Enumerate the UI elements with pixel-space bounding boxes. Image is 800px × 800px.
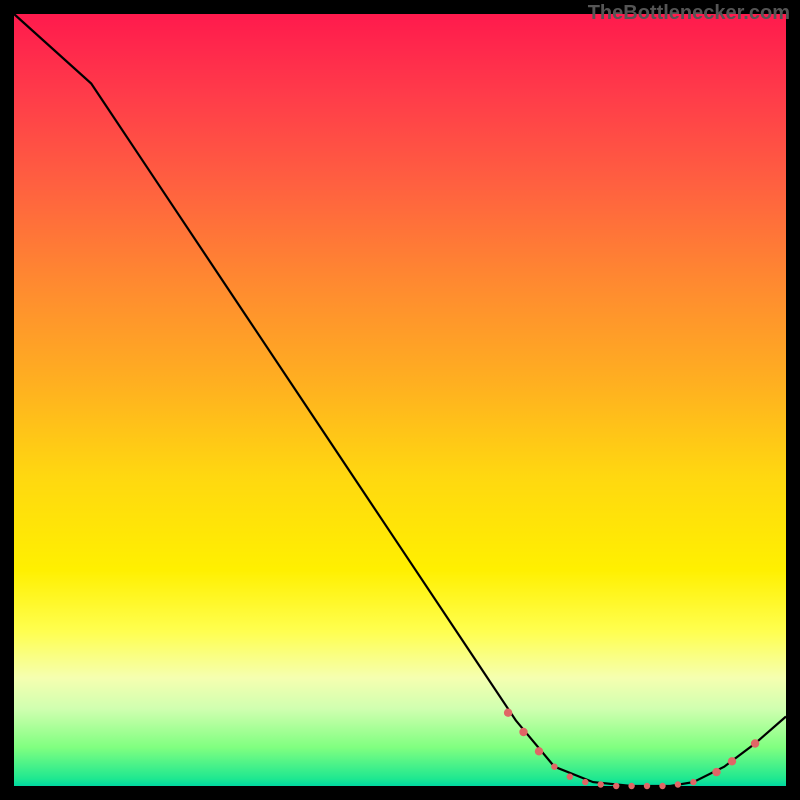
marker-dot [751, 739, 759, 747]
marker-dot [644, 783, 650, 789]
curve-markers [504, 709, 759, 790]
marker-dot [567, 774, 573, 780]
marker-dot [519, 728, 527, 736]
marker-dot [551, 764, 557, 770]
curve-line [14, 14, 786, 786]
chart-svg [14, 14, 786, 786]
marker-dot [598, 781, 604, 787]
attribution-text: TheBottlenecker.com [588, 2, 790, 25]
marker-dot [675, 781, 681, 787]
marker-dot [728, 757, 736, 765]
marker-dot [628, 783, 634, 789]
marker-dot [535, 747, 543, 755]
marker-dot [690, 779, 696, 785]
marker-dot [504, 709, 512, 717]
marker-dot [712, 768, 720, 776]
marker-dot [582, 779, 588, 785]
marker-dot [659, 783, 665, 789]
marker-dot [613, 783, 619, 789]
